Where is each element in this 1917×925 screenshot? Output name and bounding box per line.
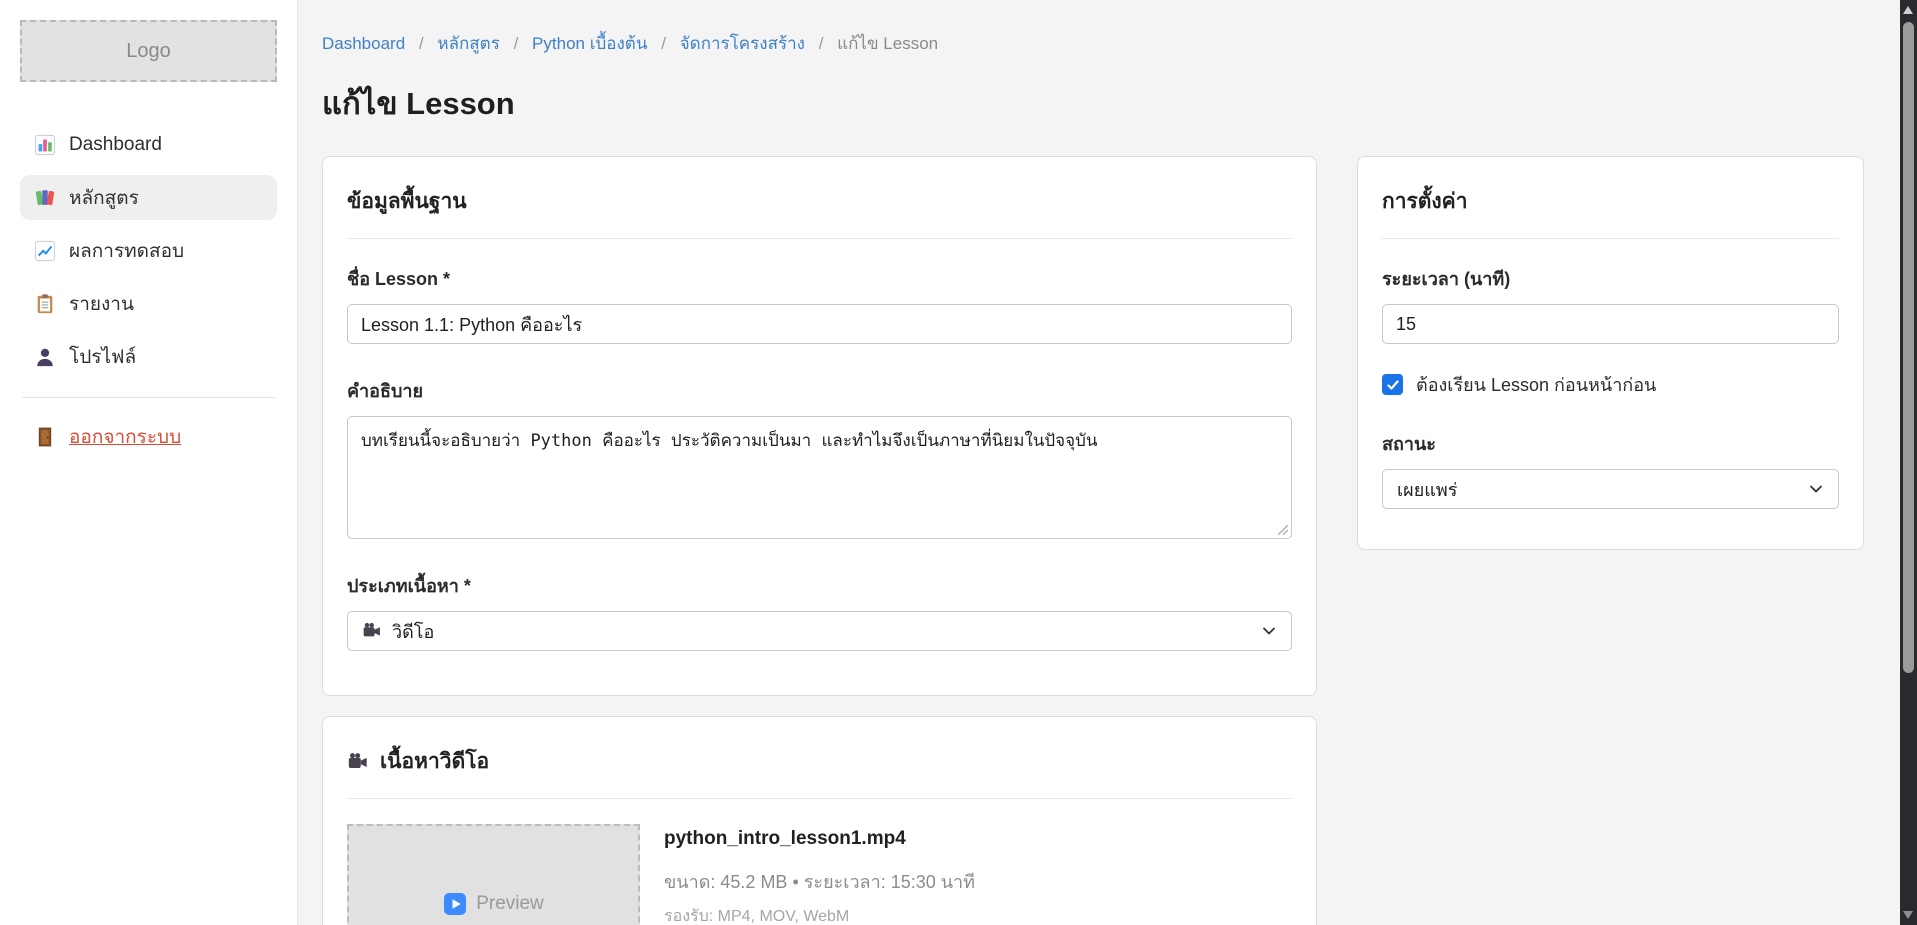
clipboard-icon bbox=[34, 293, 56, 315]
chart-increasing-icon bbox=[34, 240, 56, 262]
status-value: เผยแพร่ bbox=[1397, 475, 1457, 504]
status-label: สถานะ bbox=[1382, 429, 1839, 458]
status-select[interactable]: เผยแพร่ bbox=[1382, 469, 1839, 509]
breadcrumb-separator: / bbox=[419, 34, 424, 53]
lesson-name-input[interactable] bbox=[347, 304, 1292, 344]
basic-info-title: ข้อมูลพื้นฐาน bbox=[347, 181, 1292, 239]
video-content-title: เนื้อหาวิดีโอ bbox=[347, 741, 1292, 799]
logout-label: ออกจากระบบ bbox=[69, 422, 181, 452]
video-filename: python_intro_lesson1.mp4 bbox=[664, 828, 975, 850]
video-file-info: python_intro_lesson1.mp4 ขนาด: 45.2 MB •… bbox=[664, 824, 975, 925]
description-textarea[interactable]: บทเรียนนี้จะอธิบายว่า Python คืออะไร ประ… bbox=[347, 416, 1292, 539]
video-meta: ขนาด: 45.2 MB • ระยะเวลา: 15:30 นาที bbox=[664, 867, 975, 896]
video-content-card: เนื้อหาวิดีโอ Preview python_intro_lesso… bbox=[322, 716, 1317, 925]
breadcrumb-current: แก้ไข Lesson bbox=[837, 34, 938, 53]
person-icon bbox=[34, 346, 56, 368]
logo-label: Logo bbox=[126, 40, 171, 63]
duration-label: ระยะเวลา (นาที) bbox=[1382, 264, 1839, 293]
resize-grip-icon[interactable] bbox=[1277, 523, 1289, 535]
sidebar: Logo Dashboard หลักสูตร ผลการทดสอบ รายงา bbox=[0, 0, 298, 925]
app-window: Logo Dashboard หลักสูตร ผลการทดสอบ รายงา bbox=[0, 0, 1917, 925]
play-icon bbox=[443, 892, 467, 916]
duration-input[interactable] bbox=[1382, 304, 1839, 344]
sidebar-item-reports[interactable]: รายงาน bbox=[20, 281, 277, 326]
breadcrumb-link-course[interactable]: Python เบื้องต้น bbox=[532, 34, 647, 53]
sidebar-item-label: Dashboard bbox=[69, 134, 162, 156]
video-supported-formats: รองรับ: MP4, MOV, WebM bbox=[664, 904, 975, 925]
content-type-value: วิดีโอ bbox=[392, 617, 434, 646]
basic-info-title-text: ข้อมูลพื้นฐาน bbox=[347, 185, 467, 218]
content-type-label: ประเภทเนื้อหา * bbox=[347, 571, 1292, 600]
chevron-down-icon bbox=[1261, 623, 1277, 639]
prerequisite-checkbox[interactable] bbox=[1382, 374, 1403, 395]
breadcrumb-link-dashboard[interactable]: Dashboard bbox=[322, 34, 405, 53]
door-icon bbox=[34, 426, 56, 448]
page-title: แก้ไข Lesson bbox=[322, 78, 1864, 128]
breadcrumb-link-courses[interactable]: หลักสูตร bbox=[437, 34, 499, 53]
scroll-up-arrow-icon[interactable] bbox=[1903, 6, 1913, 14]
breadcrumb-separator: / bbox=[661, 34, 666, 53]
movie-camera-icon bbox=[347, 751, 369, 773]
video-preview-box[interactable]: Preview bbox=[347, 824, 640, 925]
sidebar-item-label: ผลการทดสอบ bbox=[69, 236, 184, 266]
preview-label: Preview bbox=[476, 893, 544, 915]
sidebar-item-label: รายงาน bbox=[69, 289, 134, 319]
logout-link[interactable]: ออกจากระบบ bbox=[20, 422, 277, 452]
scrollbar-thumb[interactable] bbox=[1903, 22, 1914, 673]
main-content: Dashboard / หลักสูตร / Python เบื้องต้น … bbox=[298, 0, 1900, 925]
breadcrumb-link-structure[interactable]: จัดการโครงสร้าง bbox=[680, 34, 805, 53]
settings-title: การตั้งค่า bbox=[1382, 181, 1839, 239]
vertical-scrollbar bbox=[1900, 0, 1917, 925]
settings-title-text: การตั้งค่า bbox=[1382, 185, 1468, 218]
scroll-down-arrow-icon[interactable] bbox=[1903, 911, 1913, 919]
sidebar-item-test-results[interactable]: ผลการทดสอบ bbox=[20, 228, 277, 273]
logo-placeholder: Logo bbox=[20, 20, 277, 82]
sidebar-divider bbox=[22, 397, 275, 398]
sidebar-item-profile[interactable]: โปรไฟล์ bbox=[20, 334, 277, 379]
prerequisite-label: ต้องเรียน Lesson ก่อนหน้าก่อน bbox=[1416, 370, 1656, 399]
chevron-down-icon bbox=[1808, 481, 1824, 497]
sidebar-item-courses[interactable]: หลักสูตร bbox=[20, 175, 277, 220]
lesson-name-label: ชื่อ Lesson * bbox=[347, 264, 1292, 293]
video-content-title-text: เนื้อหาวิดีโอ bbox=[380, 745, 489, 778]
breadcrumb-separator: / bbox=[819, 34, 824, 53]
content-type-select[interactable]: วิดีโอ bbox=[347, 611, 1292, 651]
settings-card: การตั้งค่า ระยะเวลา (นาที) ต้องเรียน Les… bbox=[1357, 156, 1864, 550]
breadcrumb-separator: / bbox=[514, 34, 519, 53]
movie-camera-icon bbox=[362, 621, 382, 641]
sidebar-item-label: โปรไฟล์ bbox=[69, 342, 136, 372]
breadcrumb: Dashboard / หลักสูตร / Python เบื้องต้น … bbox=[322, 30, 1864, 57]
sidebar-item-dashboard[interactable]: Dashboard bbox=[20, 122, 277, 167]
books-icon bbox=[34, 187, 56, 209]
description-label: คำอธิบาย bbox=[347, 376, 1292, 405]
basic-info-card: ข้อมูลพื้นฐาน ชื่อ Lesson * คำอธิบาย บทเ… bbox=[322, 156, 1317, 696]
bar-chart-icon bbox=[34, 134, 56, 156]
sidebar-item-label: หลักสูตร bbox=[69, 183, 139, 213]
